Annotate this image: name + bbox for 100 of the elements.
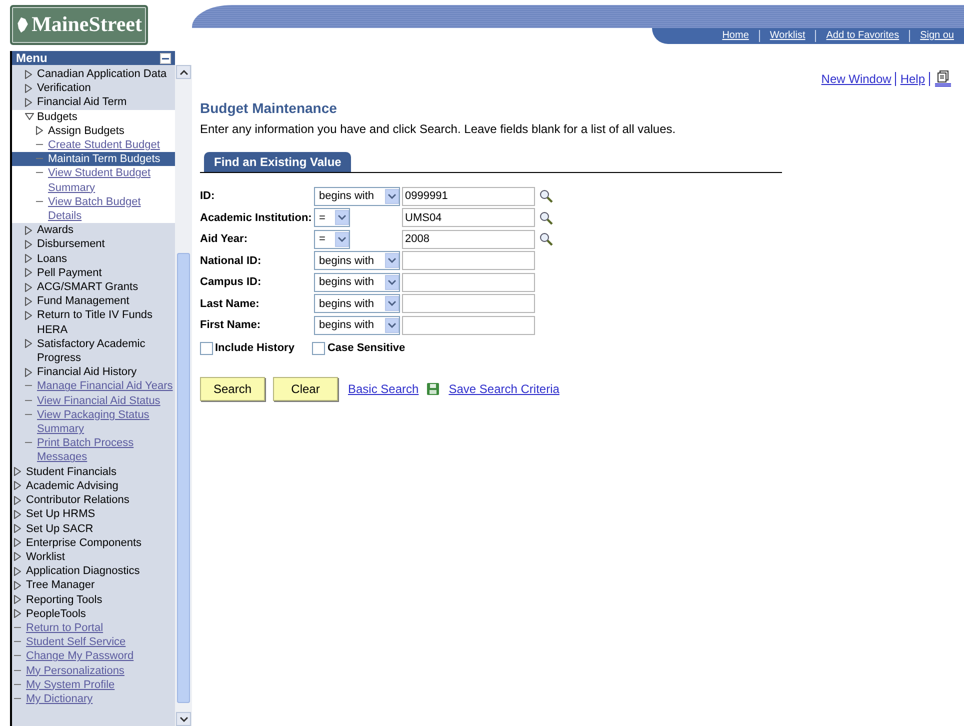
nav-link[interactable]: Worklist xyxy=(758,30,816,42)
menu-folder[interactable]: Return to Title IV Funds HERA xyxy=(37,308,175,337)
menu-link[interactable]: My Dictionary xyxy=(26,692,93,706)
scroll-down-icon[interactable] xyxy=(176,712,191,726)
menu-link[interactable]: Return to Portal xyxy=(26,620,104,636)
field-label: National ID: xyxy=(200,254,262,269)
text-field[interactable] xyxy=(402,272,535,292)
menu-folder[interactable]: Academic Advising xyxy=(26,478,118,494)
menu-folder[interactable]: Contributor Relations xyxy=(26,493,130,508)
menu-folder[interactable]: Satisfactory Academic Progress xyxy=(37,336,175,366)
scroll-thumb[interactable] xyxy=(177,253,190,703)
menu-link[interactable]: Create Student Budget xyxy=(48,138,160,152)
menu-link[interactable]: View Batch Budget Details xyxy=(48,194,175,224)
dash-icon xyxy=(14,641,21,644)
triangle-right-icon[interactable] xyxy=(25,368,32,377)
text-field[interactable] xyxy=(402,316,535,335)
menu-folder[interactable]: Set Up SACR xyxy=(26,522,94,536)
menu-folder[interactable]: ACG/SMART Grants xyxy=(37,280,138,294)
menu-folder[interactable]: Verification xyxy=(37,81,91,96)
map-logo-icon xyxy=(16,15,30,35)
menu-folder[interactable]: Application Diagnostics xyxy=(26,564,140,578)
action-button[interactable]: Clear xyxy=(273,376,338,401)
field-label: Aid Year: xyxy=(200,232,248,248)
menu-link[interactable]: Student Self Service xyxy=(26,635,126,650)
tab[interactable]: Find an Existing Value xyxy=(204,152,352,172)
instructions-text: Enter any information you have and click Search. Leave fields blank for a list of all values. xyxy=(200,120,677,138)
text-field[interactable] xyxy=(402,251,535,270)
operator-select[interactable]: = xyxy=(314,208,350,228)
triangle-down-icon[interactable] xyxy=(25,113,34,120)
search-icon[interactable] xyxy=(539,210,553,225)
divider xyxy=(929,72,930,86)
nav-link[interactable]: Add to Favorites xyxy=(815,30,910,42)
link[interactable]: Save Search Criteria xyxy=(448,380,560,398)
field-label: Campus ID: xyxy=(200,275,262,290)
menu-link[interactable]: View Financial Aid Status xyxy=(37,394,160,408)
dash-icon xyxy=(36,172,43,174)
dash-icon xyxy=(25,385,32,388)
menu-folder[interactable]: Disbursement xyxy=(37,237,105,252)
menu-link[interactable]: Print Batch Process Messages xyxy=(37,436,175,465)
menu-folder[interactable]: Set Up HRMS xyxy=(26,507,96,522)
link[interactable]: Basic Search xyxy=(348,380,419,398)
menu-folder[interactable]: Worklist xyxy=(26,550,65,564)
dash-icon xyxy=(36,144,43,146)
page-link[interactable]: New Window xyxy=(821,70,892,88)
operator-select[interactable]: = xyxy=(314,230,350,249)
dash-icon xyxy=(36,158,43,160)
scroll-up-icon[interactable] xyxy=(176,65,191,79)
menu-folder[interactable]: PeopleTools xyxy=(26,606,86,621)
menu-folder[interactable]: Reporting Tools xyxy=(26,592,102,607)
menu-link[interactable]: Manage Financial Aid Years xyxy=(37,379,173,394)
divider xyxy=(895,72,896,86)
search-icon[interactable] xyxy=(539,189,553,204)
operator-select[interactable]: begins with xyxy=(314,294,400,314)
dash-icon xyxy=(14,655,21,658)
menu-folder[interactable]: Fund Management xyxy=(37,294,130,308)
menu-link[interactable]: View Packaging Status Summary xyxy=(37,408,175,436)
menu-folder[interactable]: Loans xyxy=(37,252,67,266)
operator-select[interactable]: begins with xyxy=(314,316,400,335)
url-icon[interactable] xyxy=(934,70,952,88)
menu-folder[interactable]: Budgets xyxy=(37,110,78,124)
menu-folder[interactable]: Tree Manager xyxy=(26,578,95,593)
text-field[interactable]: 2008 xyxy=(402,230,535,249)
text-field[interactable]: 0999991 xyxy=(402,186,535,206)
collapse-icon[interactable] xyxy=(160,52,171,64)
menu-folder[interactable]: Financial Aid Term xyxy=(37,95,127,110)
text-field[interactable]: UMS04 xyxy=(402,208,535,228)
field-label: Academic Institution: xyxy=(200,210,313,226)
dash-icon xyxy=(25,400,32,402)
scrollbar[interactable] xyxy=(175,65,192,726)
menu-folder[interactable]: Enterprise Components xyxy=(26,536,142,550)
menu-link[interactable]: My Personalizations xyxy=(26,664,124,678)
field-label: Last Name: xyxy=(200,296,260,312)
field-label: ID: xyxy=(200,189,216,204)
menu-folder[interactable]: Pell Payment xyxy=(37,266,102,280)
checkbox[interactable] xyxy=(200,342,213,356)
field-label: First Name: xyxy=(200,318,262,334)
menu-folder[interactable]: Student Financials xyxy=(26,464,116,479)
menu-link[interactable]: Change My Password xyxy=(26,649,134,664)
triangle-right-icon[interactable] xyxy=(36,126,43,136)
nav-link[interactable]: Home xyxy=(712,30,759,42)
menu-folder[interactable]: Assign Budgets xyxy=(48,124,124,138)
checkbox[interactable] xyxy=(312,342,326,356)
operator-select[interactable]: begins with xyxy=(314,272,400,292)
menu-link[interactable]: View Student Budget Summary xyxy=(48,166,175,195)
menu-folder[interactable]: Awards xyxy=(37,223,74,238)
operator-select[interactable]: begins with xyxy=(314,251,400,270)
dash-icon xyxy=(36,200,43,203)
menu-folder[interactable]: Canadian Application Data xyxy=(37,67,167,82)
text-field[interactable] xyxy=(402,294,535,314)
triangle-right-icon[interactable] xyxy=(25,339,32,348)
menu-title: Menu xyxy=(16,52,48,64)
search-icon[interactable] xyxy=(539,232,553,246)
menu-folder[interactable]: Financial Aid History xyxy=(37,365,137,380)
action-button[interactable]: Search xyxy=(200,376,265,401)
operator-select[interactable]: begins with xyxy=(314,186,400,206)
dash-icon xyxy=(14,626,21,629)
page-link[interactable]: Help xyxy=(900,70,925,88)
menu-link[interactable]: My System Profile xyxy=(26,678,115,692)
nav-link[interactable]: Sign ou xyxy=(909,30,964,42)
dash-icon xyxy=(25,414,32,416)
